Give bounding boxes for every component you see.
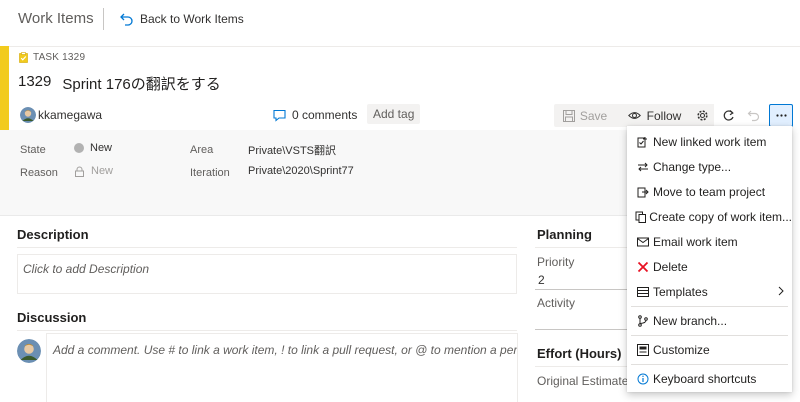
priority-field[interactable]: 2 [535,270,630,290]
back-link-label: Back to Work Items [140,12,244,26]
task-color-bar [0,46,9,130]
comment-author-avatar [17,339,41,363]
description-heading: Description [17,227,89,242]
work-item-type-label: TASK 1329 [33,52,86,63]
reason-field: New [74,165,113,177]
new-linked-icon [637,136,647,147]
description-field[interactable]: Click to add Description [17,254,517,294]
gear-icon [696,110,708,121]
work-item-title[interactable]: 1329 Sprint 176の翻訳をする [18,73,221,94]
iteration-label: Iteration [190,167,230,179]
refresh-icon [723,110,734,121]
change-type-icon [638,162,648,171]
save-icon [562,109,575,122]
discussion-heading: Discussion [17,310,87,325]
activity-label: Activity [537,296,576,310]
move-icon [637,187,649,197]
back-to-work-items-link[interactable]: Back to Work Items [120,10,244,28]
copy-icon [635,211,647,223]
menu-customize[interactable]: Customize [627,337,792,362]
work-item-type: TASK 1329 [19,52,85,63]
assignee-name: kkamegawa [38,108,103,122]
chevron-right-icon [778,286,784,296]
menu-move-to-team-project[interactable]: Move to team project [627,179,792,204]
discussion-divider [17,330,517,331]
customize-icon [637,343,649,356]
comments-link[interactable]: 0 comments [273,104,357,126]
add-tag-button[interactable]: Add tag [367,104,421,124]
branch-icon [638,314,648,327]
lock-icon [75,166,84,177]
task-clipboard-icon [19,52,28,63]
work-item-title-text[interactable]: Sprint 176の翻訳をする [62,73,220,94]
menu-separator [631,335,788,336]
more-actions-menu: New linked work item Change type... Move… [627,126,792,392]
menu-separator [631,364,788,365]
info-icon [637,373,649,384]
effort-heading: Effort (Hours) [537,346,622,361]
reason-label: Reason [20,167,58,179]
priority-label: Priority [537,255,575,269]
menu-create-copy[interactable]: Create copy of work item... [627,204,792,229]
assignee-avatar [20,107,36,123]
save-button[interactable]: Save [554,104,616,127]
comments-count: 0 comments [292,108,358,122]
title-divider [103,8,104,30]
comment-icon [273,109,286,122]
state-field[interactable]: New [74,142,112,154]
top-bar: Work Items Back to Work Items [0,0,800,38]
menu-delete[interactable]: Delete [627,254,792,279]
state-dot-icon [74,143,84,153]
delete-icon [637,261,649,272]
save-label: Save [579,108,608,123]
menu-change-type[interactable]: Change type... [627,154,792,179]
eye-icon [627,112,641,119]
page-title: Work Items [18,10,94,27]
mail-icon [637,237,649,246]
back-arrow-icon [120,13,133,26]
undo-icon [747,110,759,122]
menu-templates[interactable]: Templates [627,279,792,304]
more-actions-button[interactable] [769,104,793,127]
follow-label: Follow [646,108,682,123]
reason-value: New [91,165,114,177]
more-icon [775,114,787,117]
comment-input[interactable]: Add a comment. Use # to link a work item… [46,333,518,402]
state-value: New [90,142,113,154]
area-label: Area [190,144,214,156]
planning-divider [535,247,635,248]
effort-divider [535,366,635,367]
undo-button[interactable] [741,104,765,127]
menu-new-branch[interactable]: New branch... [627,308,792,333]
templates-icon [637,286,649,297]
refresh-button[interactable] [716,104,740,127]
menu-new-linked-work-item[interactable]: New linked work item [627,129,792,154]
iteration-field[interactable]: Private\2020\Sprint77 [248,165,354,177]
menu-keyboard-shortcuts[interactable]: Keyboard shortcuts [627,366,792,391]
state-label: State [20,144,46,156]
follow-button[interactable]: Follow [612,104,697,127]
planning-heading: Planning [537,227,592,242]
page-scroll-edge [792,130,800,402]
assignee-row[interactable]: kkamegawa [20,104,102,126]
activity-field[interactable] [535,310,630,330]
area-field[interactable]: Private\VSTS翻訳 [248,142,336,158]
settings-button[interactable] [690,104,714,127]
menu-email-work-item[interactable]: Email work item [627,229,792,254]
menu-separator [631,306,788,307]
original-estimate-label: Original Estimate [537,374,629,388]
work-item-header: TASK 1329 1329 Sprint 176の翻訳をする kkamegaw… [9,46,800,130]
description-divider [17,247,517,248]
work-item-id: 1329 [18,73,52,90]
